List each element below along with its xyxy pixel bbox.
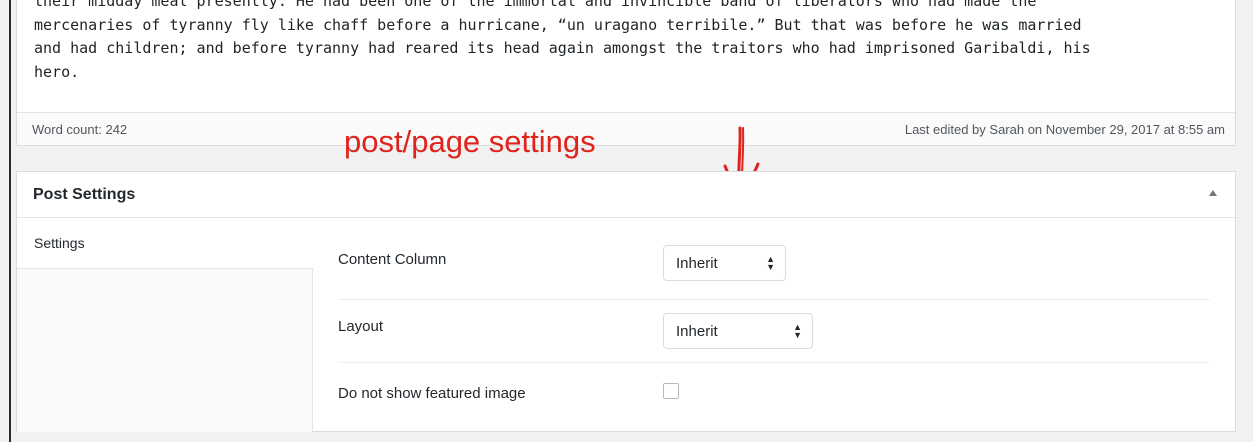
layout-label: Layout <box>338 318 384 335</box>
editor-line: mercenaries of tyranny fly like chaff be… <box>34 15 1082 34</box>
featured-image-row: Do not show featured image <box>338 363 1210 431</box>
settings-tab-list: Settings <box>17 218 314 432</box>
editor-line: hero. <box>34 62 80 81</box>
post-editor[interactable]: their midday meal presently. He had been… <box>16 0 1236 146</box>
editor-status-bar: Word count: 242 Last edited by Sarah on … <box>17 112 1235 145</box>
post-settings-title: Post Settings <box>33 186 136 203</box>
featured-image-label: Do not show featured image <box>338 385 526 402</box>
annotation-label: post/page settings <box>344 124 596 159</box>
content-column-label: Content Column <box>338 251 447 268</box>
left-border <box>9 0 11 442</box>
settings-panel: Content Column Inherit ▲ ▼ Layout Inherit… <box>313 218 1235 432</box>
editor-line: and had children; and before tyranny had… <box>34 39 1091 57</box>
word-count: Word count: 242 <box>32 122 128 137</box>
editor-content[interactable]: their midday meal presently. He had been… <box>34 0 1234 84</box>
post-settings-header[interactable]: Post Settings <box>17 172 1235 218</box>
select-arrows-icon: ▲ ▼ <box>766 254 775 272</box>
layout-row: Layout Inherit ▲ ▼ <box>338 300 1210 363</box>
tab-settings[interactable]: Settings <box>17 218 314 269</box>
last-edited: Last edited by Sarah on November 29, 201… <box>904 122 1225 137</box>
content-column-value: Inherit <box>676 255 718 272</box>
content-column-select[interactable]: Inherit ▲ ▼ <box>663 245 786 281</box>
layout-value: Inherit <box>676 323 718 340</box>
triangle-up-icon[interactable] <box>1209 190 1217 196</box>
select-arrows-icon: ▲ ▼ <box>793 322 802 340</box>
layout-select[interactable]: Inherit ▲ ▼ <box>663 313 813 349</box>
tab-settings-label: Settings <box>34 235 85 251</box>
editor-line: their midday meal presently. He had been… <box>34 0 1037 10</box>
post-settings-box: Post Settings Settings Content Column In… <box>16 171 1236 432</box>
featured-image-checkbox[interactable] <box>663 383 679 399</box>
content-column-row: Content Column Inherit ▲ ▼ <box>338 218 1210 300</box>
